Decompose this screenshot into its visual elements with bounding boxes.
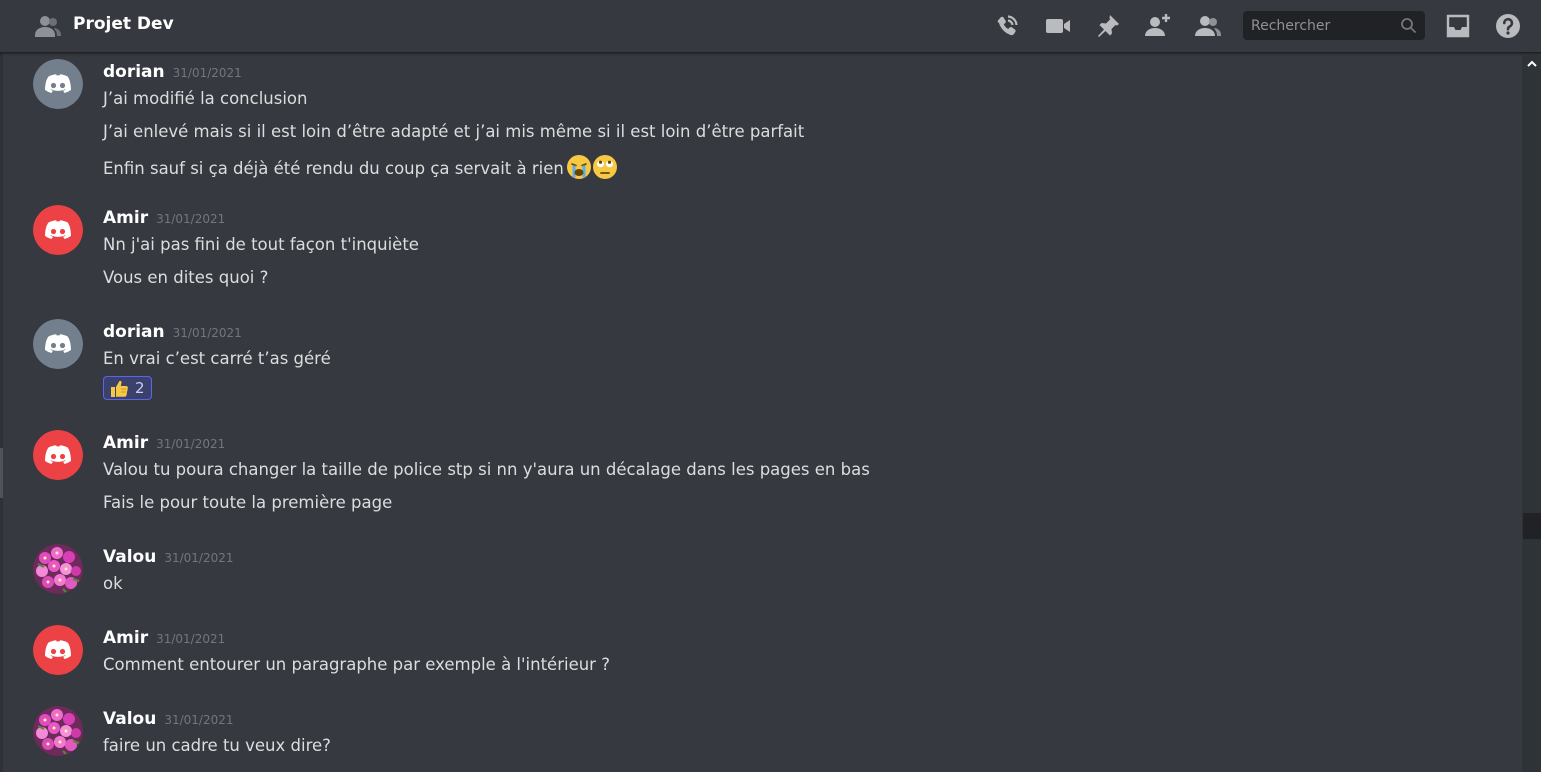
group-icon [34,13,62,39]
add-friend-icon[interactable] [1144,12,1172,40]
message-timestamp: 31/01/2021 [156,632,226,646]
message-text: Enfin sauf si ça déjà été rendu du coup … [103,159,564,178]
message-text: Valou tu poura changer la taille de poli… [103,460,870,479]
message-timestamp: 31/01/2021 [156,437,226,451]
author-name[interactable]: Amir [103,628,148,648]
message-text: En vrai c’est carré t’as géré [103,349,331,368]
pin-icon[interactable] [1094,12,1122,40]
search-icon [1401,18,1417,34]
author-name[interactable]: Valou [103,547,156,567]
author-name[interactable]: dorian [103,322,165,342]
message-list: dorian 31/01/2021 J’ai modifié la conclus… [0,54,1520,772]
search-input[interactable] [1243,11,1393,40]
inbox-icon[interactable] [1444,12,1472,40]
message-author[interactable]: Valou 31/01/2021 [103,547,233,567]
message-text-with-emoji: Enfin sauf si ça déjà été rendu du coup … [103,154,618,180]
scrollbar-thumb[interactable] [1523,513,1541,539]
message-timestamp: 31/01/2021 [172,326,242,340]
message-author[interactable]: Valou 31/01/2021 [103,709,233,729]
avatar[interactable] [33,205,83,255]
message-text: ok [103,574,123,593]
author-name[interactable]: dorian [103,62,165,82]
author-name[interactable]: Valou [103,709,156,729]
avatar[interactable] [33,706,83,756]
avatar[interactable] [33,319,83,369]
avatar[interactable] [33,625,83,675]
eye-roll-emoji [592,154,618,180]
reaction-count: 2 [135,379,145,397]
voice-call-icon[interactable] [993,12,1021,40]
scroll-up-arrow-icon[interactable] [1526,58,1538,70]
thumbs-up-emoji [109,378,129,398]
video-call-icon[interactable] [1044,12,1072,40]
avatar[interactable] [33,544,83,594]
message-text: faire un cadre tu veux dire? [103,736,331,755]
author-name[interactable]: Amir [103,208,148,228]
message-text: Vous en dites quoi ? [103,268,269,287]
scrollbar-track[interactable] [1522,54,1541,772]
avatar[interactable] [33,430,83,480]
help-icon[interactable] [1494,12,1522,40]
message-author[interactable]: dorian 31/01/2021 [103,62,242,82]
member-list-icon[interactable] [1194,12,1222,40]
message-author[interactable]: Amir 31/01/2021 [103,208,225,228]
channel-header: Projet Dev [0,0,1541,53]
reaction-thumbs-up[interactable]: 2 [103,376,152,400]
message-text: J’ai modifié la conclusion [103,89,308,108]
message-author[interactable]: Amir 31/01/2021 [103,628,225,648]
channel-title: Projet Dev [73,14,174,34]
avatar[interactable] [33,59,83,109]
message-text: Nn j'ai pas fini de tout façon t'inquièt… [103,235,419,254]
message-timestamp: 31/01/2021 [164,713,234,727]
crying-face-emoji [566,154,592,180]
message-author[interactable]: Amir 31/01/2021 [103,433,225,453]
author-name[interactable]: Amir [103,433,148,453]
message-author[interactable]: dorian 31/01/2021 [103,322,242,342]
message-text: Fais le pour toute la première page [103,493,393,512]
message-text: Comment entourer un paragraphe par exemp… [103,655,610,674]
message-timestamp: 31/01/2021 [164,551,234,565]
search-box[interactable] [1243,11,1425,40]
message-text: J’ai enlevé mais si il est loin d’être a… [103,122,805,141]
message-timestamp: 31/01/2021 [156,212,226,226]
message-timestamp: 31/01/2021 [172,66,242,80]
